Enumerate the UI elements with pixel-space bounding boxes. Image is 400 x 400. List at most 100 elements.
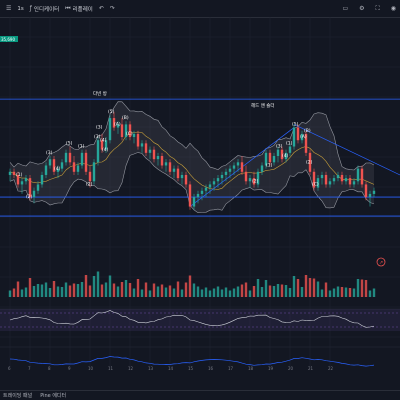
redo-button[interactable]: ↷ [110, 5, 115, 12]
wave-label: (4) [100, 137, 107, 143]
candle-body [320, 174, 324, 179]
volume-bar [324, 282, 328, 297]
volume-bar [96, 271, 100, 297]
candle-body [36, 184, 40, 191]
candle-body [196, 193, 200, 198]
candle-body [188, 184, 192, 207]
x-tick-label: 19 [268, 366, 274, 371]
x-tick-label: 10 [88, 366, 94, 371]
layout-button[interactable]: ▭ [342, 5, 348, 13]
wave-label: (B) [122, 115, 129, 121]
volume-bar [336, 286, 340, 297]
wave-label: (C) [312, 182, 319, 188]
candle-body [272, 156, 276, 163]
replay-button[interactable]: ⏮ 리플레이 [65, 5, 93, 13]
candle-body [224, 171, 228, 175]
menu-icon[interactable]: ☰ [6, 5, 11, 12]
volume-bar [104, 282, 108, 297]
candle-body [156, 156, 160, 160]
wave-label: (4) [102, 147, 109, 153]
indicators-label: 인디케이터 [33, 6, 60, 13]
candle-body [72, 162, 76, 172]
candle-body [88, 171, 92, 182]
candle-body [80, 152, 84, 166]
candle-body [248, 178, 252, 182]
candle-body [368, 193, 372, 198]
volume-bar [40, 284, 44, 297]
indicators-button[interactable]: ƒ 인디케이터 [30, 5, 59, 13]
volume-bar [304, 275, 308, 297]
candle-body [200, 190, 204, 194]
volume-bar [344, 287, 348, 297]
candle-body [164, 162, 168, 166]
wave-label: (1) [266, 163, 273, 169]
volume-bar [260, 287, 264, 297]
camera-icon: ◉ [390, 5, 396, 12]
wave-label: (3) [276, 144, 283, 150]
interval-button[interactable]: 1s [17, 6, 23, 12]
volume-bar [204, 287, 208, 297]
volume-bar [364, 280, 368, 297]
volume-bar [356, 279, 360, 297]
volume-bar [92, 276, 96, 297]
pine-editor-tab[interactable]: Pine 에디터 [40, 392, 66, 399]
volume-bar [172, 288, 176, 297]
candle-body [228, 168, 232, 172]
volume-bar [332, 288, 336, 297]
candle-body [216, 178, 220, 182]
wave-label: (C) [126, 131, 133, 137]
top-toolbar: ☰ 1s ƒ 인디케이터 ⏮ 리플레이 ↶ ↷ ▭ ⚙ ⛶ ◉ [0, 0, 400, 18]
momentum-line [9, 356, 375, 367]
candle-body [296, 127, 300, 141]
volume-bar [236, 286, 240, 297]
undo-button[interactable]: ↶ [99, 5, 104, 12]
volume-bar [312, 278, 316, 297]
alert-icon[interactable]: ↗ [376, 257, 386, 267]
settings-button[interactable]: ⚙ [359, 5, 364, 13]
volume-bar [84, 275, 88, 297]
candle-body [260, 165, 264, 172]
candle-body [176, 168, 180, 179]
candle-body [244, 171, 248, 182]
candle-body [212, 181, 216, 185]
candle-body [64, 152, 68, 163]
volume-bar [32, 286, 36, 297]
volume-bar [164, 287, 168, 297]
candle-body [336, 174, 340, 179]
volume-bar [200, 289, 204, 297]
candle-body [276, 149, 280, 156]
fullscreen-button[interactable]: ⛶ [376, 5, 380, 13]
candle-body [324, 174, 328, 185]
volume-bar [220, 289, 224, 297]
volume-bar [308, 278, 312, 297]
volume-bar [240, 284, 244, 297]
candle-body [144, 143, 148, 153]
screenshot-button[interactable]: ◉ [391, 5, 396, 13]
volume-bar [108, 275, 112, 297]
trading-panel-tab[interactable]: 트레이딩 패널 [3, 392, 32, 399]
volume-bar [144, 282, 148, 297]
wave-label: (1) [286, 141, 293, 147]
candle-body [84, 152, 88, 172]
volume-bar [20, 289, 24, 297]
candle-body [360, 168, 364, 185]
candle-body [24, 178, 28, 182]
band-fill [10, 101, 374, 213]
volume-bar [168, 285, 172, 297]
osc-band [0, 309, 400, 331]
volume-bar [56, 286, 60, 297]
chart-area[interactable]: (1)(2)(3)(4)(5)(1)(2)(3)(4)(5)(A)(B)(C)(… [0, 17, 400, 390]
volume-bar [216, 286, 220, 297]
volume-bar [232, 288, 236, 297]
wave-label: (B) [304, 128, 311, 134]
volume-bar [188, 275, 192, 297]
volume-bar [268, 285, 272, 297]
volume-bar [36, 284, 40, 297]
candle-body [332, 178, 336, 182]
volume-bar [244, 282, 248, 297]
volume-bar [72, 283, 76, 297]
x-tick-label: 7 [28, 366, 31, 371]
volume-bar [300, 287, 304, 297]
wave-label: (A) [114, 122, 121, 128]
x-tick-label: 18 [248, 366, 254, 371]
